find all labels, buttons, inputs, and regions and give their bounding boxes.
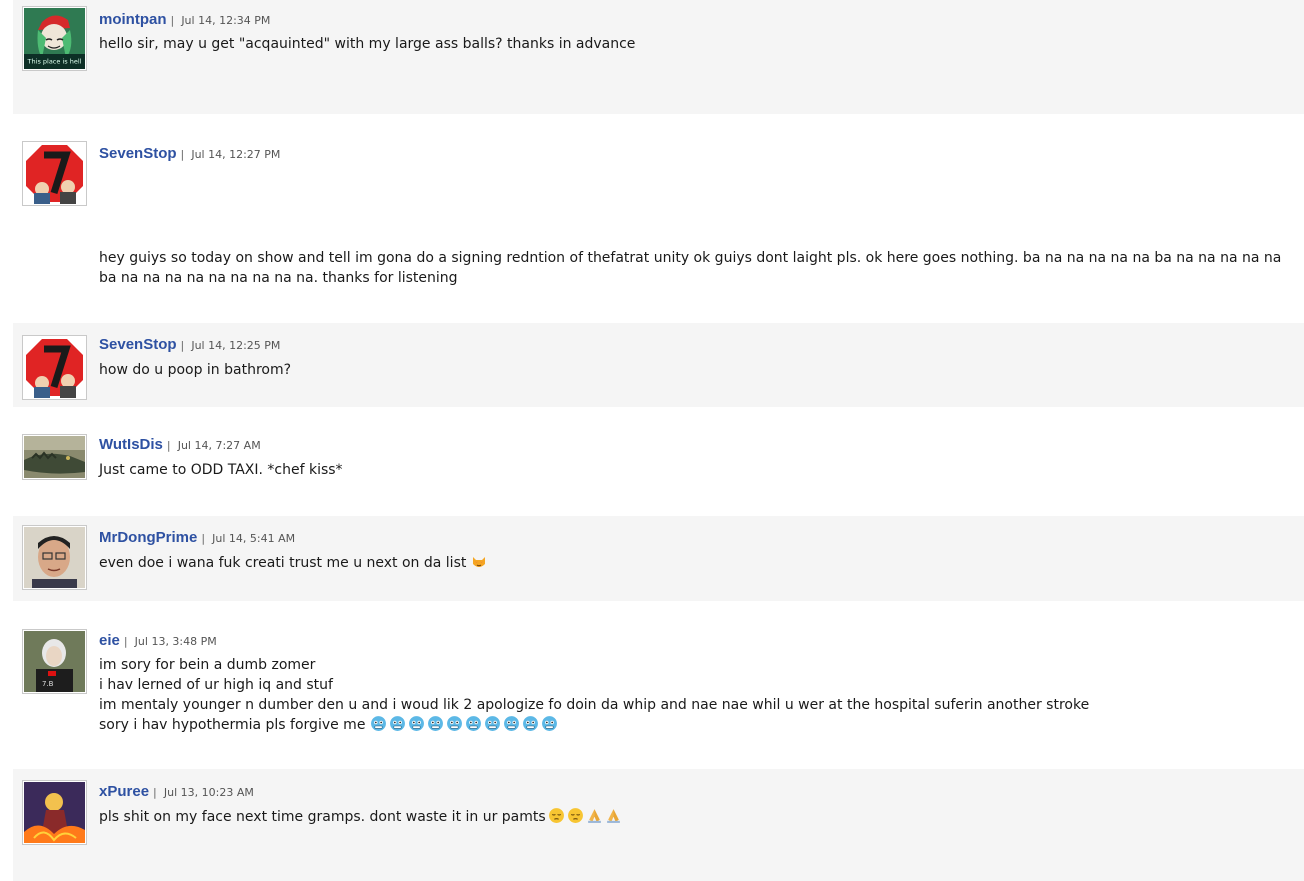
separator: | (123, 635, 128, 648)
cold-face-icon (465, 715, 482, 738)
user-avatar[interactable] (22, 335, 87, 400)
comment-timestamp: Jul 14, 12:34 PM (181, 14, 271, 27)
separator: | (201, 532, 206, 545)
comment-item: 7.B eie | Jul 13, 3:48 PM im sory for bei… (13, 615, 1304, 755)
comment-text-content: pls shit on my face next time gramps. do… (99, 809, 546, 825)
comment-timestamp: Jul 14, 12:25 PM (191, 339, 281, 352)
cold-face-icon (541, 715, 558, 738)
svg-text:7.B: 7.B (42, 680, 54, 688)
comment-text-content: sory i hav hypothermia pls forgive me (99, 717, 366, 733)
comment-text-line: im sory for bein a dumb zomer (99, 657, 316, 673)
cold-face-icon (389, 715, 406, 738)
username-link[interactable]: SevenStop (99, 336, 177, 353)
cold-face-icon (522, 715, 539, 738)
comment-text: pls shit on my face next time gramps. do… (99, 807, 1296, 830)
user-avatar[interactable] (22, 780, 87, 845)
comment-body: hello sir, may u get "acqauinted" with m… (99, 34, 1296, 54)
comment-body: how do u poop in bathrom? (99, 360, 1296, 380)
comment-item: MrDongPrime | Jul 14, 5:41 AM even doe i … (13, 516, 1304, 601)
cold-face-icon (446, 715, 463, 738)
heart-eyes-cat-icon (472, 557, 485, 567)
comment-item: SevenStop | Jul 14, 12:25 PM how do u poo… (13, 323, 1304, 407)
comment-text: even doe i wana fuk creati trust me u ne… (99, 553, 1296, 573)
comment-text: Just came to ODD TAXI. *chef kiss* (99, 462, 343, 478)
comments-list: This place is hell mointpan | Jul 14, 12:… (0, 0, 1304, 881)
comment-timestamp: Jul 13, 3:48 PM (134, 635, 217, 648)
emoji-row (546, 808, 622, 825)
comment-body: hey guiys so today on show and tell im g… (99, 248, 1296, 288)
comment-text: hey guiys so today on show and tell im g… (99, 250, 1282, 286)
avatar-caption: This place is hell (27, 58, 82, 66)
comment-body: im sory for bein a dumb zomer i hav lern… (99, 655, 1296, 738)
comment-body: Just came to ODD TAXI. *chef kiss* (99, 460, 1296, 480)
folded-hands-icon (605, 807, 622, 830)
username-link[interactable]: MrDongPrime (99, 529, 197, 546)
separator: | (153, 786, 157, 799)
username-link[interactable]: eie (99, 632, 120, 649)
separator: | (170, 14, 175, 27)
comment-item: xPuree | Jul 13, 10:23 AM pls shit on my … (13, 769, 1304, 881)
comment-text: hello sir, may u get "acqauinted" with m… (99, 36, 636, 52)
cold-face-icon (408, 715, 425, 738)
comment-item: WutIsDis | Jul 14, 7:27 AM Just came to O… (13, 422, 1304, 502)
comment-item: This place is hell mointpan | Jul 14, 12:… (13, 0, 1304, 114)
comment-timestamp: Jul 14, 5:41 AM (212, 532, 296, 545)
comment-text-content: even doe i wana fuk creati trust me u ne… (99, 555, 467, 571)
comment-text-line: i hav lerned of ur high iq and stuf (99, 677, 333, 693)
cold-face-icon (370, 715, 387, 738)
comment-text-line: sory i hav hypothermia pls forgive me (99, 715, 1296, 738)
comment-text-line: im mentaly younger n dumber den u and i … (99, 697, 1090, 713)
folded-hands-icon (586, 807, 603, 830)
cold-face-icon (503, 715, 520, 738)
comment-timestamp: Jul 13, 10:23 AM (163, 786, 254, 799)
user-avatar[interactable]: This place is hell (22, 6, 87, 71)
cold-face-icon (427, 715, 444, 738)
user-avatar[interactable]: 7.B (22, 629, 87, 694)
comment-text: how do u poop in bathrom? (99, 362, 292, 378)
user-avatar[interactable] (22, 525, 87, 590)
separator: | (166, 439, 171, 452)
separator: | (180, 148, 185, 161)
user-avatar[interactable] (22, 141, 87, 206)
comment-body: even doe i wana fuk creati trust me u ne… (99, 553, 1296, 573)
username-link[interactable]: SevenStop (99, 145, 177, 162)
username-link[interactable]: mointpan (99, 11, 167, 28)
comment-timestamp: Jul 14, 12:27 PM (191, 148, 281, 161)
comment-body: pls shit on my face next time gramps. do… (99, 807, 1296, 830)
comment-item: SevenStop | Jul 14, 12:27 PM hey guiys so… (13, 128, 1304, 308)
cold-face-icon (484, 715, 501, 738)
comment-timestamp: Jul 14, 7:27 AM (177, 439, 261, 452)
pensive-face-icon (567, 807, 584, 830)
username-link[interactable]: WutIsDis (99, 436, 163, 453)
user-avatar[interactable] (22, 434, 87, 480)
username-link[interactable]: xPuree (99, 783, 149, 800)
cold-face-emoji-row (370, 716, 560, 733)
pensive-face-icon (548, 807, 565, 830)
separator: | (180, 339, 185, 352)
